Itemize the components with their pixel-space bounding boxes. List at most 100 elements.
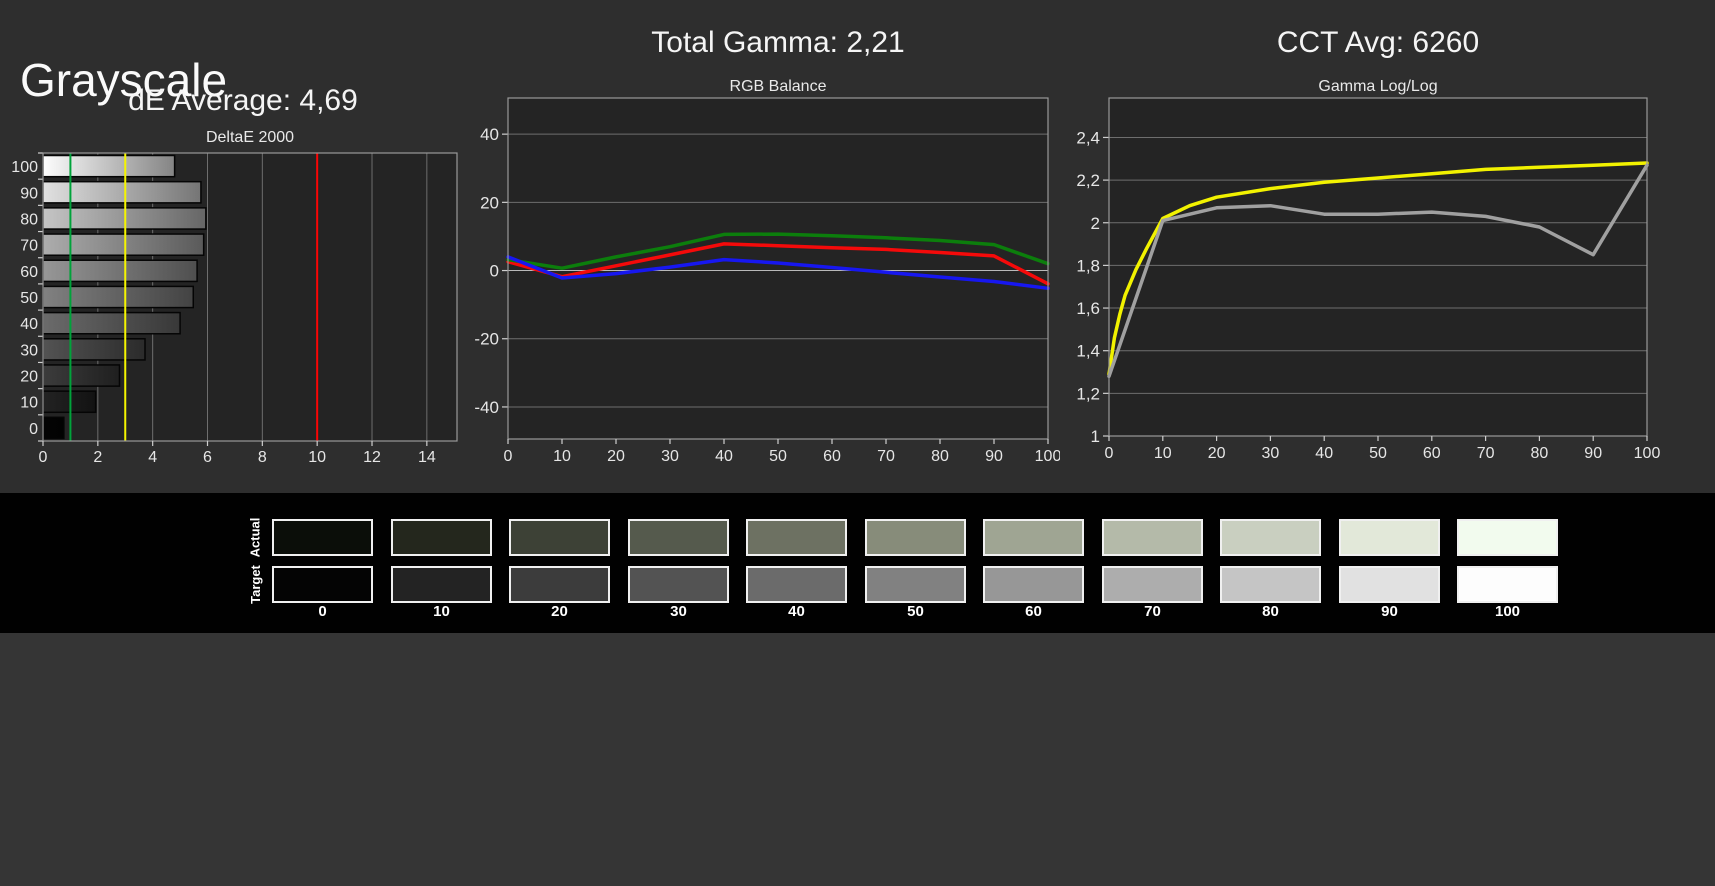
cct-avg-value: CCT Avg: 6260 [1276, 26, 1480, 59]
gamma-xtick-10: 10 [1154, 445, 1172, 462]
swatch-level-label-60: 60 [1025, 603, 1042, 620]
deltae-bar-100 [42, 154, 176, 178]
rgb_balance-xtick-100: 100 [1035, 448, 1060, 465]
gamma-log-chart: 1 1,2 1,4 1,6 1,8 2 2,2 2,4 0 10 20 30 40 50 60 70 80 90 1… [1076, 97, 1660, 462]
deltae-ytick-50: 50 [20, 290, 38, 307]
rgb_balance-xtick-60: 60 [823, 448, 841, 465]
swatch-level-label-10: 10 [433, 603, 450, 620]
gamma-ytick-1,8: 1,8 [1076, 256, 1100, 275]
calibration-report: Grayscale dE Average: 4,69 DeltaE 2000 1… [0, 0, 1715, 886]
deltae-bar-10 [42, 390, 97, 414]
deltae-ytick-60: 60 [20, 264, 38, 281]
rgb_balance-xtick-20: 20 [607, 448, 625, 465]
deltae-ytick-90: 90 [20, 185, 38, 202]
swatch-actual-20 [509, 519, 610, 556]
swatch-actual-60 [983, 519, 1084, 556]
swatch-actual-80 [1220, 519, 1321, 556]
deltae-xtick-14: 14 [418, 449, 436, 465]
deltae-xtick-2: 2 [93, 449, 102, 465]
rgb_balance-xtick-80: 80 [931, 448, 949, 465]
deltae-bar-30 [42, 338, 146, 361]
deltae-bar-40 [42, 311, 181, 335]
swatch-actual-30 [628, 519, 729, 556]
swatch-target-30 [628, 566, 729, 603]
swatch-actual-0 [272, 519, 373, 556]
swatch-level-label-70: 70 [1144, 603, 1161, 620]
deltae-bar-90 [42, 180, 202, 204]
gamma-ytick-1,2: 1,2 [1076, 384, 1100, 403]
swatch-level-label-40: 40 [788, 603, 805, 620]
gamma-ytick-1,6: 1,6 [1076, 299, 1100, 318]
rgb_balance-ytick-20: 20 [480, 193, 499, 212]
gamma-ytick-2,2: 2,2 [1076, 171, 1100, 190]
gamma-xtick-40: 40 [1315, 445, 1333, 462]
deltae-ytick-10: 10 [20, 395, 38, 412]
deltae-ytick-30: 30 [20, 342, 38, 359]
swatch-actual-90 [1339, 519, 1440, 556]
deltae-xtick-4: 4 [148, 449, 157, 465]
total-gamma-value: Total Gamma: 2,21 [651, 26, 905, 59]
de-average-value: dE Average: 4,69 [128, 84, 358, 117]
rgb_balance-xtick-10: 10 [553, 448, 571, 465]
deltae-bar-20 [42, 364, 121, 387]
swatch-actual-50 [865, 519, 966, 556]
deltae-xtick-0: 0 [39, 449, 48, 465]
swatch-level-label-80: 80 [1262, 603, 1279, 620]
swatch-target-10 [391, 566, 492, 603]
rgb_balance-ytick--20: -20 [474, 330, 499, 349]
deltae-xtick-8: 8 [258, 449, 267, 465]
charts-section: Grayscale dE Average: 4,69 DeltaE 2000 1… [0, 0, 1715, 493]
gamma-ytick-2,4: 2,4 [1076, 128, 1100, 147]
swatch-target-20 [509, 566, 610, 603]
swatch-target-90 [1339, 566, 1440, 603]
gamma-xtick-20: 20 [1208, 445, 1226, 462]
swatch-actual-40 [746, 519, 847, 556]
deltae-xtick-10: 10 [308, 449, 326, 465]
swatch-target-50 [865, 566, 966, 603]
swatch-actual-10 [391, 519, 492, 556]
rgb_balance-xtick-70: 70 [877, 448, 895, 465]
swatch-target-60 [983, 566, 1084, 603]
deltae-ytick-80: 80 [20, 211, 38, 228]
swatch-level-label-50: 50 [907, 603, 924, 620]
gamma-ytick-1,4: 1,4 [1076, 342, 1100, 361]
gamma-xtick-60: 60 [1423, 445, 1441, 462]
deltae-bar-60 [42, 259, 198, 283]
deltae-xtick-6: 6 [203, 449, 212, 465]
gamma-ytick-1: 1 [1091, 427, 1100, 446]
gamma-xtick-0: 0 [1105, 445, 1114, 462]
rgb_balance-xtick-50: 50 [769, 448, 787, 465]
reading-section: Current Reading x: 0,3131y: 0,3357fL: 75… [0, 633, 1715, 886]
deltae-xtick-12: 12 [363, 449, 381, 465]
swatch-target-40 [746, 566, 847, 603]
gamma-xtick-30: 30 [1262, 445, 1280, 462]
rgb_balance-ytick-40: 40 [480, 125, 499, 144]
deltae-ytick-70: 70 [20, 238, 38, 255]
deltae-bar-chart: 10090807060504030201000 2 4 6 8 10 12 14 [11, 152, 458, 465]
rgb_balance-xtick-90: 90 [985, 448, 1003, 465]
grayscale-swatch-strip: Actual Target 0 10 20 30 40 50 60 70 80 90 100 [0, 493, 1715, 633]
deltae-bar-0 [42, 416, 65, 440]
deltae-ytick-100: 100 [11, 159, 38, 176]
swatch-target-0 [272, 566, 373, 603]
rgb_balance-ytick-0: 0 [490, 262, 499, 281]
swatch-row-label-actual: Actual [247, 517, 263, 558]
deltae-bar-70 [42, 233, 205, 256]
swatch-target-80 [1220, 566, 1321, 603]
gamma-xtick-80: 80 [1531, 445, 1549, 462]
deltae-ytick-40: 40 [20, 316, 38, 333]
swatch-actual-100 [1457, 519, 1558, 556]
gamma-xtick-50: 50 [1369, 445, 1387, 462]
deltae-ytick-0: 0 [29, 421, 38, 438]
rgb_balance-xtick-0: 0 [504, 448, 513, 465]
swatch-target-70 [1102, 566, 1203, 603]
swatch-target-100 [1457, 566, 1558, 603]
swatch-level-label-30: 30 [670, 603, 687, 620]
deltae-ytick-20: 20 [20, 369, 38, 386]
swatch-level-label-0: 0 [318, 603, 327, 620]
deltae-bar-50 [42, 285, 194, 309]
gamma-ytick-2: 2 [1091, 214, 1100, 233]
rgb_balance-xtick-30: 30 [661, 448, 679, 465]
swatch-row-label-target: Target [247, 565, 263, 604]
swatch-level-label-100: 100 [1494, 603, 1521, 620]
